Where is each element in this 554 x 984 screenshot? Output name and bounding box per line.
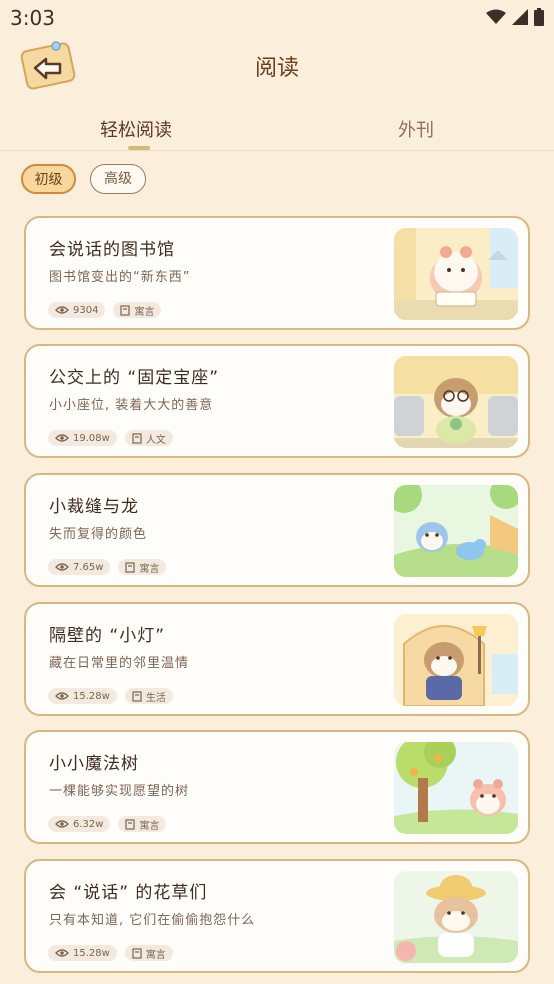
article-card[interactable]: 小裁缝与龙 失而复得的颜色 7.65w 寓言 bbox=[24, 473, 530, 587]
book-icon bbox=[125, 561, 136, 573]
article-title: 隔壁的 “小灯” bbox=[49, 626, 166, 646]
views-badge: 19.08w bbox=[48, 430, 117, 446]
category-label: 寓言 bbox=[139, 820, 160, 832]
article-subtitle: 小小座位, 装着大大的善意 bbox=[49, 398, 214, 413]
eye-icon bbox=[55, 949, 69, 957]
category-label: 生活 bbox=[145, 692, 166, 704]
article-title: 小裁缝与龙 bbox=[49, 497, 139, 517]
article-title: 会说话的图书馆 bbox=[49, 240, 175, 260]
level-advanced-chip[interactable]: 高级 bbox=[90, 164, 146, 194]
hamster-bus-seat-icon bbox=[394, 356, 518, 448]
page-title: 阅读 bbox=[254, 56, 299, 81]
article-meta: 6.32w 寓言 bbox=[48, 816, 167, 832]
status-icons bbox=[486, 8, 544, 26]
views-badge: 7.65w bbox=[48, 559, 111, 575]
views-count: 6.32w bbox=[73, 818, 104, 830]
hamster-gardener-icon bbox=[394, 871, 518, 963]
article-thumbnail bbox=[394, 614, 518, 706]
article-meta: 7.65w 寓言 bbox=[48, 559, 167, 575]
book-icon bbox=[132, 947, 142, 959]
category-label: 人文 bbox=[145, 434, 166, 446]
category-badge: 生活 bbox=[124, 688, 173, 704]
article-card[interactable]: 公交上的 “固定宝座” 小小座位, 装着大大的善意 19.08w 人文 bbox=[24, 344, 530, 458]
reading-tabs: 轻松阅读 外刊 bbox=[0, 116, 554, 152]
category-badge: 寓言 bbox=[118, 816, 167, 832]
article-thumbnail bbox=[394, 228, 518, 320]
article-subtitle: 一棵能够实现愿望的树 bbox=[49, 784, 190, 799]
eye-icon bbox=[55, 563, 69, 571]
battery-icon bbox=[534, 8, 544, 26]
category-badge: 寓言 bbox=[118, 559, 167, 575]
views-badge: 15.28w bbox=[48, 688, 117, 704]
status-time: 3:03 bbox=[10, 6, 55, 30]
article-meta: 15.28w 寓言 bbox=[48, 945, 173, 961]
article-thumbnail bbox=[394, 485, 518, 577]
hamster-lamp-icon bbox=[394, 614, 518, 706]
article-meta: 19.08w 人文 bbox=[48, 430, 173, 446]
article-card[interactable]: 小小魔法树 一棵能够实现愿望的树 6.32w 寓言 bbox=[24, 730, 530, 844]
article-thumbnail bbox=[394, 356, 518, 448]
article-subtitle: 藏在日常里的邻里温情 bbox=[49, 656, 190, 671]
category-label: 寓言 bbox=[134, 306, 155, 318]
category-badge: 人文 bbox=[124, 430, 173, 446]
signal-icon bbox=[512, 9, 528, 25]
article-thumbnail bbox=[394, 871, 518, 963]
article-subtitle: 只有本知道, 它们在偷偷抱怨什么 bbox=[49, 913, 256, 928]
views-badge: 9304 bbox=[48, 302, 106, 318]
article-subtitle: 失而复得的颜色 bbox=[49, 527, 148, 542]
category-badge: 寓言 bbox=[113, 302, 162, 318]
tabs-divider bbox=[0, 150, 554, 151]
eye-icon bbox=[55, 434, 69, 442]
tab-easy-reading[interactable]: 轻松阅读 bbox=[100, 116, 172, 142]
article-title: 会 “说话” 的花草们 bbox=[49, 883, 208, 903]
views-badge: 15.28w bbox=[48, 945, 117, 961]
views-count: 15.28w bbox=[73, 690, 110, 702]
eye-icon bbox=[55, 820, 69, 828]
category-label: 寓言 bbox=[139, 563, 160, 575]
book-icon bbox=[132, 432, 142, 444]
book-icon bbox=[120, 304, 131, 316]
article-card[interactable]: 隔壁的 “小灯” 藏在日常里的邻里温情 15.28w 生活 bbox=[24, 602, 530, 716]
views-count: 9304 bbox=[73, 304, 99, 316]
views-count: 7.65w bbox=[73, 561, 104, 573]
wifi-icon bbox=[486, 9, 506, 24]
eye-icon bbox=[55, 306, 69, 314]
article-card[interactable]: 会说话的图书馆 图书馆变出的“新东西” 9304 寓言 bbox=[24, 216, 530, 330]
views-count: 19.08w bbox=[73, 432, 110, 444]
hamster-reading-icon bbox=[394, 228, 518, 320]
status-bar: 3:03 bbox=[0, 0, 554, 36]
eye-icon bbox=[55, 692, 69, 700]
article-meta: 9304 寓言 bbox=[48, 302, 162, 318]
book-icon bbox=[125, 818, 136, 830]
article-meta: 15.28w 生活 bbox=[48, 688, 173, 704]
article-thumbnail bbox=[394, 742, 518, 834]
article-card[interactable]: 会 “说话” 的花草们 只有本知道, 它们在偷偷抱怨什么 15.28w 寓言 bbox=[24, 859, 530, 973]
article-title: 小小魔法树 bbox=[49, 754, 139, 774]
article-title: 公交上的 “固定宝座” bbox=[49, 368, 220, 388]
magic-tree-icon bbox=[394, 742, 518, 834]
level-beginner-chip[interactable]: 初级 bbox=[21, 164, 76, 194]
category-label: 寓言 bbox=[145, 949, 166, 961]
tab-foreign-journals[interactable]: 外刊 bbox=[398, 116, 434, 142]
views-badge: 6.32w bbox=[48, 816, 111, 832]
tailor-dragon-icon bbox=[394, 485, 518, 577]
article-subtitle: 图书馆变出的“新东西” bbox=[49, 270, 191, 285]
book-icon bbox=[132, 690, 142, 702]
category-badge: 寓言 bbox=[124, 945, 173, 961]
views-count: 15.28w bbox=[73, 947, 110, 959]
